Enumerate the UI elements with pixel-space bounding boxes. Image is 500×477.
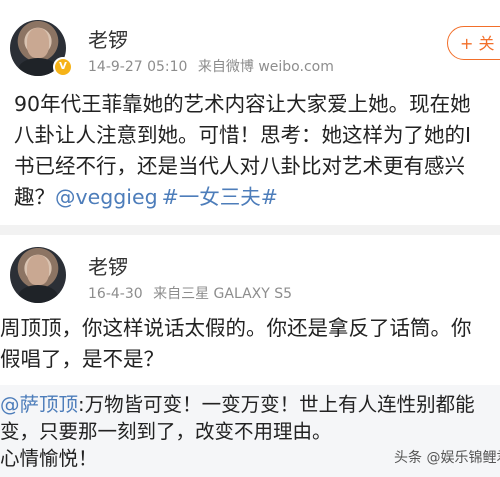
content-line-last: 趣？@veggieg #一女三夫# xyxy=(14,182,471,213)
weibo-post-2: 老锣 16-4-30 来自三星 GALAXY S5 周顶顶，你这样说话太假的。你… xyxy=(0,235,500,380)
post-divider xyxy=(0,225,500,235)
content-line: 八卦让人注意到她。可惜！思考：她这样为了她的I xyxy=(14,123,472,147)
content-line: 90年代王菲靠她的艺术内容让大家爱上她。现在她 xyxy=(14,92,471,116)
post-content: 90年代王菲靠她的艺术内容让大家爱上她。现在她 八卦让人注意到她。可惜！思考：她… xyxy=(14,89,471,213)
content-line: 周顶顶，你这样说话太假的。你还是拿反了话筒。你 xyxy=(0,316,472,340)
watermark: 头条 @娱乐锦鲤君 xyxy=(394,450,500,466)
avatar-face xyxy=(27,255,49,285)
post-username[interactable]: 老锣 xyxy=(88,24,128,53)
repost-line: 变，只要那一刻到了，改变不用理由。 xyxy=(0,420,332,443)
post-device: 三星 GALAXY S5 xyxy=(181,286,293,302)
avatar-face xyxy=(27,28,49,58)
post-source: 来自微博 weibo.com xyxy=(197,59,334,75)
avatar-shirt xyxy=(18,58,58,76)
weibo-post-1: V 老锣 14-9-27 05:10 来自微博 weibo.com + 关 90… xyxy=(0,0,500,225)
mention-link[interactable]: @veggieg xyxy=(55,185,158,209)
post-content: 周顶顶，你这样说话太假的。你还是拿反了话筒。你 假唱了，是不是？ xyxy=(0,313,472,375)
mention-link[interactable]: @萨顶顶 xyxy=(0,393,78,416)
content-line: 书已经不行，还是当代人对八卦比对艺术更有感兴 xyxy=(14,154,465,178)
follow-button[interactable]: + 关 xyxy=(447,26,500,60)
content-line: 假唱了，是不是？ xyxy=(0,347,164,371)
repost-line: @萨顶顶:万物皆可变！一变万变！世上有人连性别都能 xyxy=(0,391,475,418)
post-meta: 16-4-30 来自三星 GALAXY S5 xyxy=(88,283,292,303)
avatar-shirt xyxy=(18,285,58,303)
post-date: 16-4-30 xyxy=(88,286,143,302)
post-source-prefix: 来自 xyxy=(153,286,182,302)
post-meta: 14-9-27 05:10 来自微博 weibo.com xyxy=(88,56,334,76)
content-text: 趣？ xyxy=(14,185,55,209)
verified-badge-icon: V xyxy=(53,57,73,77)
hashtag-link[interactable]: #一女三夫# xyxy=(162,185,278,209)
post-username[interactable]: 老锣 xyxy=(88,251,128,280)
repost-text-1: :万物皆可变！一变万变！世上有人连性别都能 xyxy=(78,393,475,416)
post-date: 14-9-27 05:10 xyxy=(88,59,188,75)
avatar[interactable] xyxy=(10,247,66,303)
